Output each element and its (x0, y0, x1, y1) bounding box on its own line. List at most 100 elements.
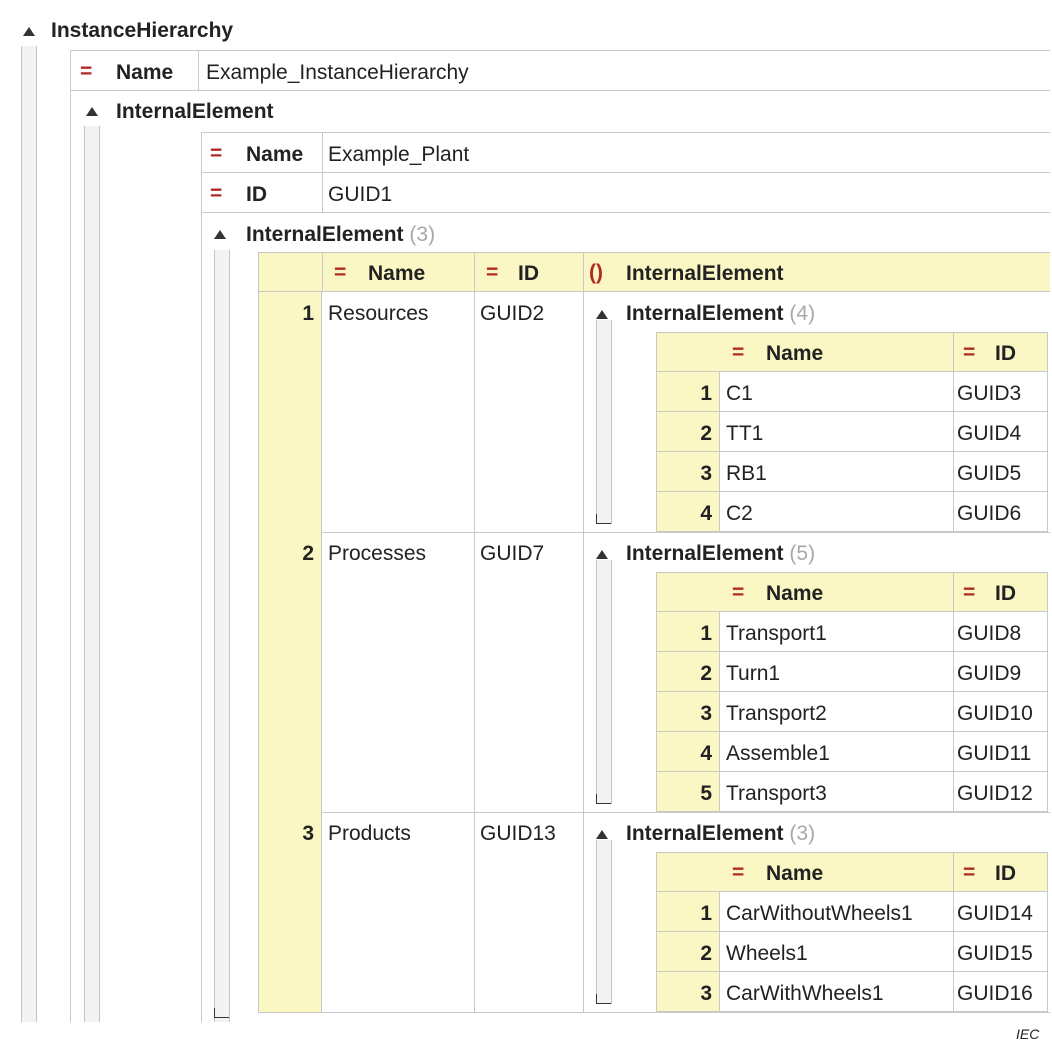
sub-row-id[interactable]: GUID10 (957, 703, 1033, 724)
divider (258, 812, 1050, 813)
sub-row-id[interactable]: GUID5 (957, 463, 1021, 484)
divider (953, 972, 954, 1012)
sub-row-number: 1 (700, 382, 712, 405)
sub-row-number: 1 (700, 622, 712, 645)
sub-row-id[interactable]: GUID14 (957, 903, 1033, 924)
sub-row-name[interactable]: C2 (726, 503, 753, 524)
equals-attribute-icon: = (732, 861, 745, 884)
sub-col-name-header[interactable]: Name (766, 583, 823, 604)
sub-row-number: 2 (700, 422, 712, 445)
sub-row-name[interactable]: Transport3 (726, 783, 827, 804)
divider (953, 692, 954, 732)
divider (474, 252, 475, 292)
divider (201, 212, 1050, 213)
sub-row-name[interactable]: C1 (726, 383, 753, 404)
equals-attribute-icon: = (963, 581, 976, 604)
sub-label: InternalElement (5) (626, 543, 815, 564)
divider (322, 252, 323, 292)
sub-col-name-header[interactable]: Name (766, 863, 823, 884)
divider (953, 732, 954, 772)
divider (953, 932, 954, 972)
sub-row-id[interactable]: GUID9 (957, 663, 1021, 684)
sub-gutter[interactable] (596, 320, 612, 524)
divider (258, 1012, 1050, 1013)
divider (953, 492, 954, 532)
divider (70, 50, 71, 1022)
sub-count: (5) (789, 542, 816, 565)
sub-row-name[interactable]: Transport2 (726, 703, 827, 724)
collapse-root-icon[interactable] (23, 27, 35, 36)
collapse-children-icon[interactable] (214, 230, 226, 239)
root-attr-value[interactable]: Example_InstanceHierarchy (206, 62, 469, 83)
row-number: 3 (302, 822, 314, 845)
sub-gutter[interactable] (596, 560, 612, 804)
sub-row-name[interactable]: CarWithWheels1 (726, 983, 884, 1004)
sub-col-name-header[interactable]: Name (766, 343, 823, 364)
sub-row-id[interactable]: GUID4 (957, 423, 1021, 444)
col-id-header[interactable]: ID (518, 263, 539, 284)
sub-row-number: 4 (700, 502, 712, 525)
sub-row-id[interactable]: GUID12 (957, 783, 1033, 804)
row-number-cell (258, 532, 322, 812)
divider (953, 412, 954, 452)
equals-attribute-icon: = (963, 861, 976, 884)
row-name[interactable]: Processes (328, 543, 426, 564)
collapse-sub-icon[interactable] (596, 310, 608, 319)
equals-attribute-icon: = (80, 60, 93, 83)
sub-row-id[interactable]: GUID11 (957, 743, 1031, 764)
sub-col-id-header[interactable]: ID (995, 343, 1016, 364)
row-id[interactable]: GUID2 (480, 303, 544, 324)
sub-row-id[interactable]: GUID15 (957, 943, 1033, 964)
collapse-ie-icon[interactable] (86, 107, 98, 116)
collapse-sub-icon[interactable] (596, 550, 608, 559)
divider (953, 612, 954, 652)
equals-attribute-icon: = (334, 261, 347, 284)
sub-row-number: 4 (700, 742, 712, 765)
sub-row-name[interactable]: RB1 (726, 463, 767, 484)
ie-gutter[interactable] (84, 126, 100, 1022)
sub-row-id[interactable]: GUID3 (957, 383, 1021, 404)
col-name-header[interactable]: Name (368, 263, 425, 284)
sub-row-name[interactable]: Wheels1 (726, 943, 808, 964)
children-gutter[interactable] (214, 250, 230, 1022)
sub-row-id[interactable]: GUID6 (957, 503, 1021, 524)
collapse-sub-icon[interactable] (596, 830, 608, 839)
sub-label-text: InternalElement (626, 822, 784, 845)
sub-col-id-header[interactable]: ID (995, 863, 1016, 884)
sub-row-number: 3 (700, 982, 712, 1005)
ie-children-label: InternalElement (3) (246, 224, 435, 245)
ie-name-value[interactable]: Example_Plant (328, 144, 469, 165)
sub-row-name[interactable]: TT1 (726, 423, 763, 444)
footer-credit: IEC (1016, 1026, 1040, 1042)
sub-gutter[interactable] (596, 840, 612, 1004)
ie-id-value[interactable]: GUID1 (328, 184, 392, 205)
col-ie-header[interactable]: InternalElement (626, 263, 784, 284)
row-number: 1 (302, 302, 314, 325)
row-id[interactable]: GUID7 (480, 543, 544, 564)
sub-label: InternalElement (3) (626, 823, 815, 844)
divider (70, 50, 1050, 51)
sub-row-name[interactable]: Turn1 (726, 663, 780, 684)
divider (474, 812, 475, 1012)
sub-label-text: InternalElement (626, 542, 784, 565)
sub-row-name[interactable]: Assemble1 (726, 743, 830, 764)
divider (201, 172, 1050, 173)
sub-row-id[interactable]: GUID16 (957, 983, 1033, 1004)
divider (953, 572, 954, 612)
root-gutter[interactable] (21, 46, 37, 1022)
sub-row-id[interactable]: GUID8 (957, 623, 1021, 644)
sub-table-header (656, 572, 1048, 612)
divider (953, 332, 954, 372)
sub-col-id-header[interactable]: ID (995, 583, 1016, 604)
sub-count: (3) (789, 822, 816, 845)
row-name[interactable]: Resources (328, 303, 428, 324)
divider (201, 132, 202, 1022)
sub-row-number: 3 (700, 702, 712, 725)
row-name[interactable]: Products (328, 823, 411, 844)
equals-attribute-icon: = (732, 581, 745, 604)
equals-attribute-icon: = (732, 341, 745, 364)
sub-label-text: InternalElement (626, 302, 784, 325)
row-id[interactable]: GUID13 (480, 823, 556, 844)
sub-row-name[interactable]: Transport1 (726, 623, 827, 644)
sub-row-name[interactable]: CarWithoutWheels1 (726, 903, 913, 924)
